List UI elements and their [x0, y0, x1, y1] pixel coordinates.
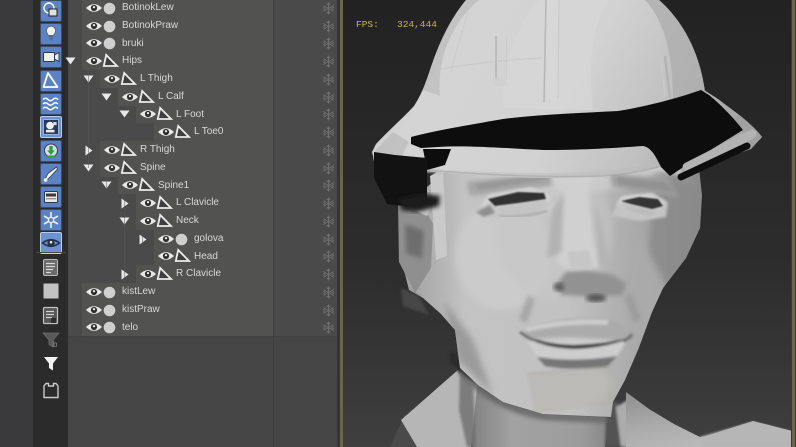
svg-text:324,444: 324,444: [397, 19, 437, 30]
svg-text:FPS:: FPS:: [356, 19, 379, 30]
